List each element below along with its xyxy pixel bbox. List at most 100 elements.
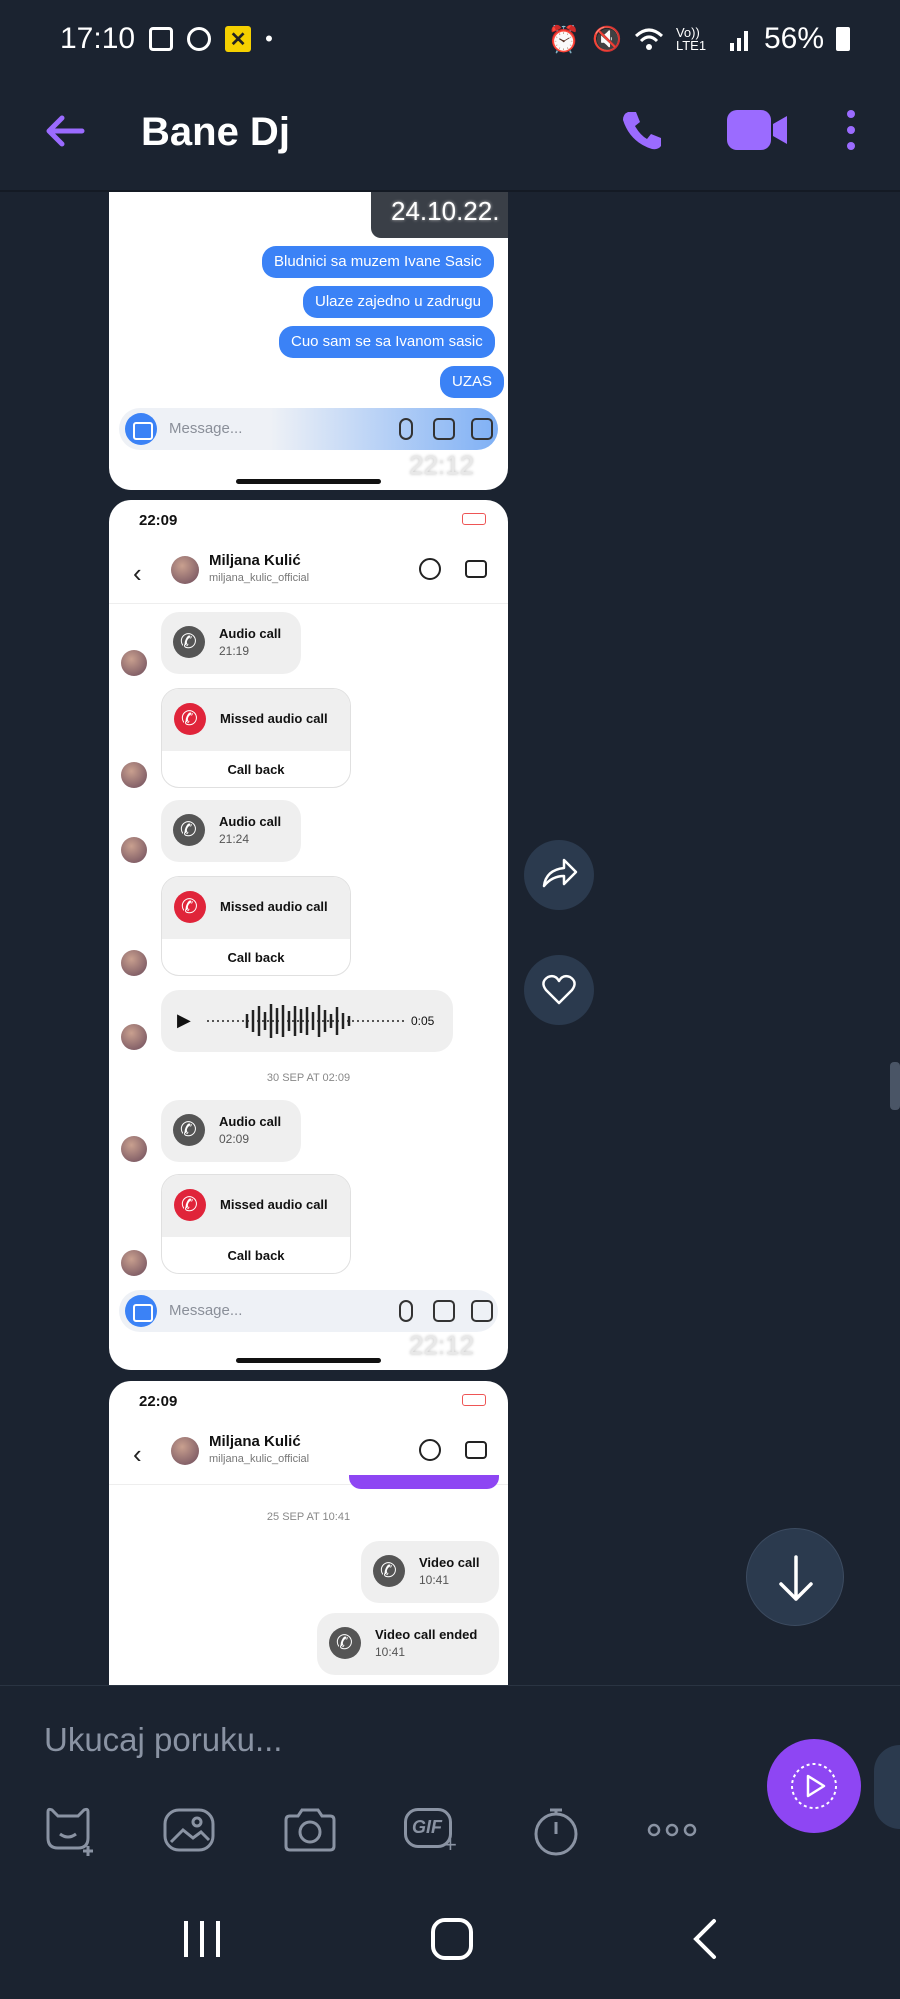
mute-icon: 🔇	[592, 25, 622, 53]
gallery-icon[interactable]	[161, 1804, 217, 1856]
status-time: 17:10	[60, 22, 136, 55]
message-composer: Ukucaj poruku... GIF +	[0, 1685, 900, 1875]
avatar	[121, 650, 147, 676]
arrow-down-icon	[779, 1555, 813, 1601]
battery-icon	[836, 27, 850, 51]
camera-icon[interactable]	[282, 1804, 338, 1856]
voice-duration: 0:05	[411, 1014, 435, 1028]
call-time: 02:09	[219, 1132, 250, 1146]
forward-button[interactable]	[524, 840, 594, 910]
gallery-icon	[433, 418, 455, 440]
date-separator: 25 SEP AT 10:41	[266, 1511, 351, 1523]
ig-contact-name: Miljana Kulić	[209, 552, 301, 569]
timer-icon[interactable]	[528, 1804, 584, 1856]
mic-icon	[399, 1300, 413, 1322]
ig-back-icon: ‹	[133, 558, 142, 588]
system-nav-bar	[0, 1875, 900, 1999]
ig-status-time: 22:09	[139, 512, 178, 529]
avatar	[121, 1250, 147, 1276]
message-placeholder: Message...	[169, 420, 243, 437]
screenshot-image-1[interactable]: 24.10.22. Bludnici sa muzem Ivane Sasic …	[109, 192, 508, 490]
ig-video-icon	[465, 1441, 487, 1459]
ig-status-time: 22:09	[139, 1393, 178, 1410]
chat-header: Bane Dj	[0, 78, 900, 188]
nav-back-icon[interactable]	[690, 1917, 720, 1961]
message-bubble: UZAS	[440, 366, 505, 398]
image-timestamp: 22:12	[409, 450, 475, 480]
chrome-notification-icon	[187, 27, 212, 51]
phone-call-icon[interactable]	[618, 106, 666, 154]
phone-icon	[173, 1114, 205, 1146]
call-back-button: Call back	[227, 1248, 285, 1263]
message-bubble: Bludnici sa muzem Ivane Sasic	[262, 246, 494, 278]
missed-call-icon	[174, 703, 206, 735]
missed-call-card: Missed audio call Call back	[161, 876, 351, 976]
gallery-icon	[433, 1300, 455, 1322]
home-icon[interactable]	[430, 1917, 474, 1961]
sticker-icon	[471, 418, 493, 440]
video-icon	[373, 1555, 405, 1587]
image-timestamp: 22:12	[409, 1330, 475, 1360]
avatar	[121, 1136, 147, 1162]
call-title: Missed audio call	[220, 711, 328, 726]
send-icon	[791, 1763, 837, 1809]
ig-video-icon	[465, 560, 487, 578]
message-bubble: Ulaze zajedno u zadrugu	[303, 286, 493, 318]
back-arrow-icon[interactable]	[40, 106, 90, 156]
call-title: Video call ended	[375, 1627, 478, 1642]
purple-message-fragment	[349, 1475, 499, 1489]
ig-chat-header: ‹ Miljana Kulić miljana_kulic_official	[109, 540, 508, 604]
voice-message-card: ▶ 0:05	[161, 990, 453, 1052]
gif-button[interactable]: GIF +	[402, 1804, 458, 1857]
phone-icon	[173, 814, 205, 846]
missed-call-icon	[174, 891, 206, 923]
camera-icon	[125, 413, 157, 445]
battery-percent: 56%	[763, 22, 824, 55]
call-time: 10:41	[419, 1573, 450, 1587]
send-button[interactable]	[767, 1739, 861, 1833]
ig-battery-icon	[462, 1394, 486, 1406]
call-time: 10:41	[375, 1645, 406, 1659]
network-label: Vo)) LTE1	[675, 25, 707, 53]
call-title: Audio call	[219, 814, 282, 829]
chat-title[interactable]: Bane Dj	[141, 110, 290, 155]
call-back-button: Call back	[227, 950, 285, 965]
heart-icon	[542, 974, 576, 1005]
more-options-icon[interactable]	[844, 108, 858, 152]
call-back-button: Call back	[227, 762, 285, 777]
status-bar: 17:10 ✕ • ⏰ 🔇 Vo)) LTE1 56%	[0, 0, 900, 78]
partial-button[interactable]	[874, 1745, 900, 1829]
sticker-icon	[471, 1300, 493, 1322]
call-time: 21:19	[219, 644, 250, 658]
screenshot-image-2[interactable]: 22:09 ‹ Miljana Kulić miljana_kulic_offi…	[109, 500, 508, 1370]
missed-call-card: Missed audio call Call back	[161, 688, 351, 788]
call-card: Audio call 21:19	[161, 612, 301, 674]
call-title: Missed audio call	[220, 1197, 328, 1212]
call-title: Video call	[419, 1555, 480, 1570]
like-button[interactable]	[524, 955, 594, 1025]
avatar	[121, 1024, 147, 1050]
video-ended-icon	[329, 1627, 361, 1659]
scroll-down-button[interactable]	[746, 1528, 844, 1626]
avatar	[121, 837, 147, 863]
more-notifications-dot-icon: •	[265, 26, 273, 51]
ig-status-bar: 22:09	[109, 1381, 508, 1421]
date-separator: 30 SEP AT 02:09	[266, 1072, 351, 1084]
missed-call-icon	[174, 1189, 206, 1221]
scroll-indicator[interactable]	[890, 1062, 900, 1110]
avatar	[121, 762, 147, 788]
more-options-icon[interactable]	[644, 1804, 700, 1856]
wifi-icon	[634, 28, 663, 50]
avatar	[121, 950, 147, 976]
video-call-icon[interactable]	[725, 108, 789, 152]
message-input[interactable]: Ukucaj poruku...	[44, 1721, 282, 1759]
waveform-icon	[207, 1004, 407, 1038]
sticker-add-icon[interactable]	[42, 1804, 98, 1856]
video-call-card: Video call 10:41	[361, 1541, 499, 1603]
ig-contact-username: miljana_kulic_official	[209, 1453, 310, 1465]
home-indicator	[236, 479, 381, 484]
recent-apps-icon[interactable]	[180, 1917, 224, 1961]
mic-icon	[399, 418, 413, 440]
call-card: Audio call 21:24	[161, 800, 301, 862]
screenshot-image-3[interactable]: 22:09 ‹ Miljana Kulić miljana_kulic_offi…	[109, 1381, 508, 1685]
